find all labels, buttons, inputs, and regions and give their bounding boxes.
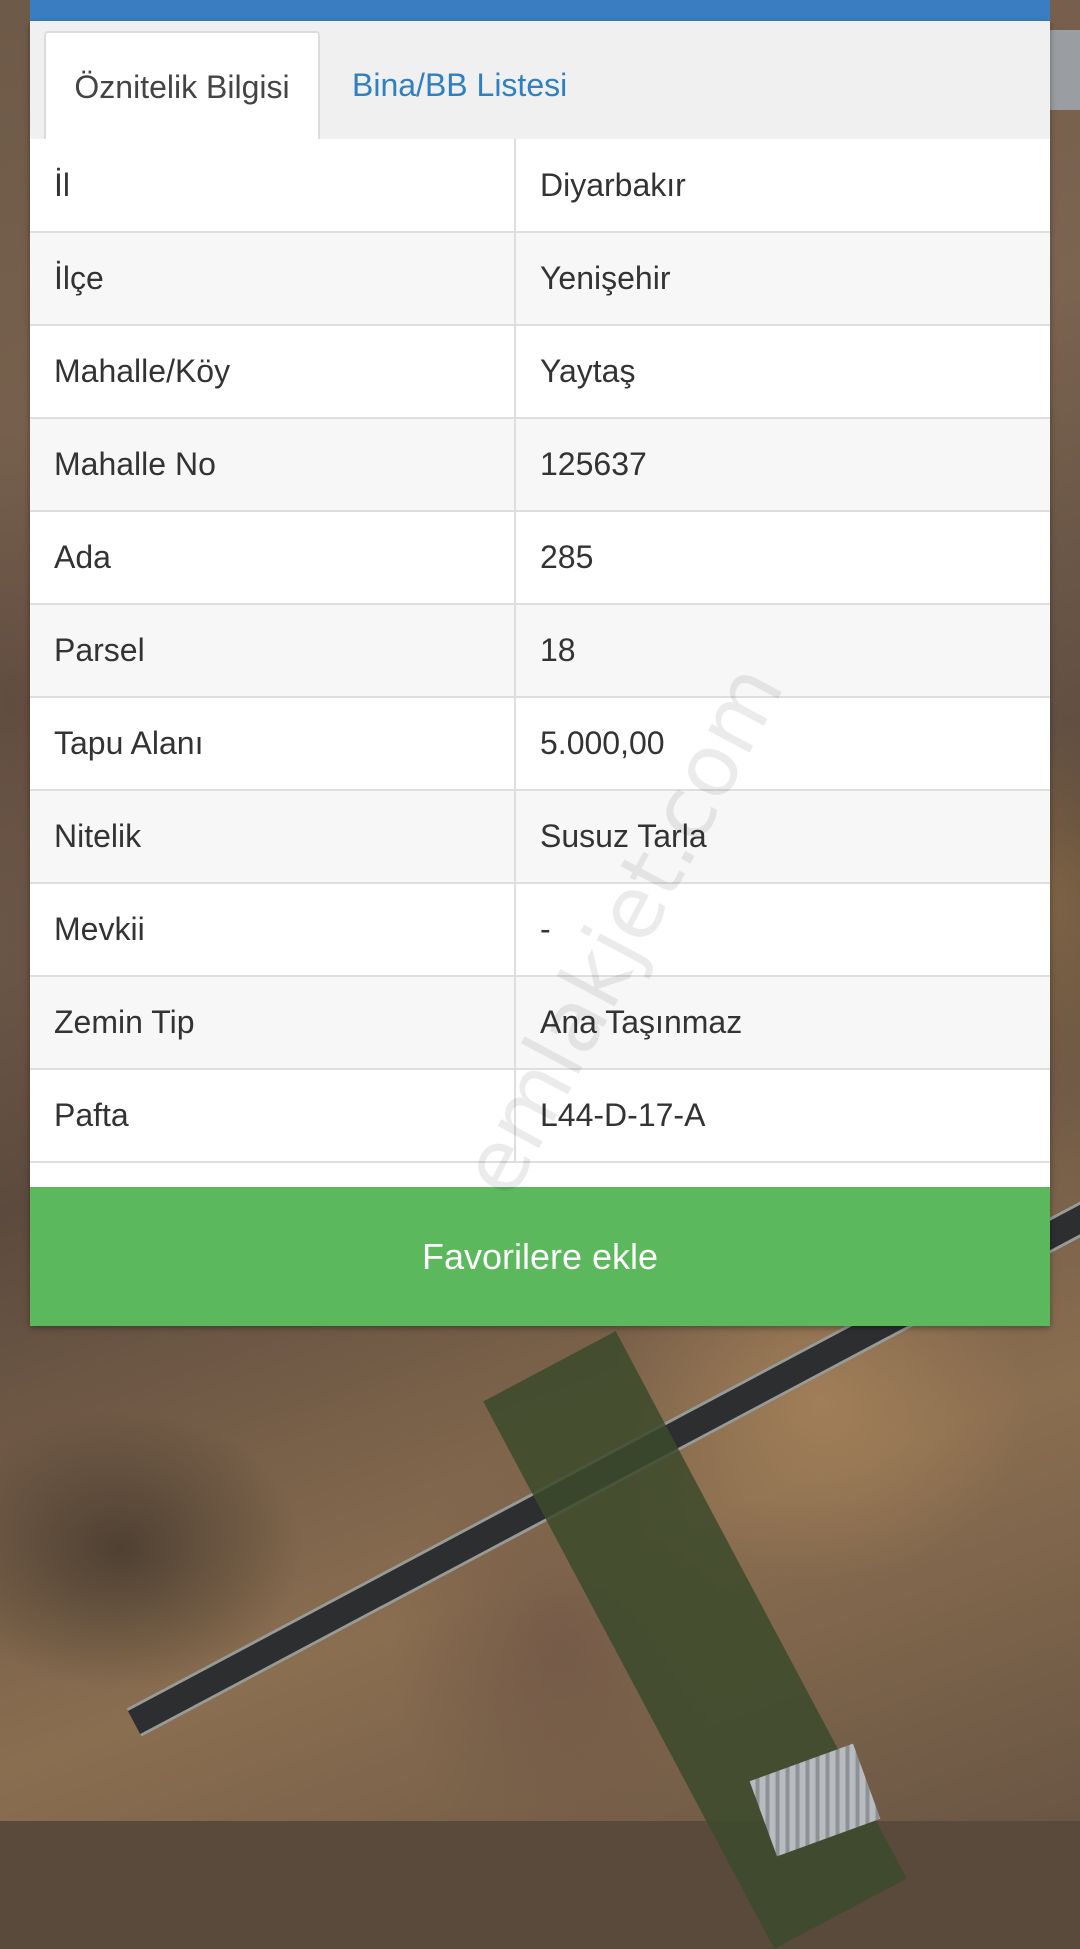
attribute-key: Parsel [30, 604, 516, 698]
table-row: İlçe Yenişehir [30, 232, 1050, 326]
attribute-key: Tapu Alanı [30, 697, 516, 791]
tab-building-list[interactable]: Bina/BB Listesi [352, 31, 612, 139]
parcel-info-panel: Öznitelik Bilgisi Bina/BB Listesi İl Diy… [30, 21, 1050, 1326]
attribute-key: İl [30, 139, 516, 233]
table-row: Ada 285 [30, 511, 1050, 605]
attribute-key: Mahalle/Köy [30, 325, 516, 419]
attribute-value: Diyarbakır [515, 139, 1050, 233]
tab-attribute-info[interactable]: Öznitelik Bilgisi [44, 31, 320, 141]
attribute-value: Ana Taşınmaz [515, 976, 1050, 1070]
attribute-key: Zemin Tip [30, 976, 516, 1070]
add-to-favorites-button[interactable]: Favorilere ekle [30, 1187, 1050, 1326]
table-row: Parsel 18 [30, 604, 1050, 698]
attribute-key: İlçe [30, 232, 516, 326]
attribute-value: 125637 [515, 418, 1050, 512]
panel-header-bar [30, 0, 1050, 21]
map-edge-element [1050, 30, 1080, 110]
table-row: Nitelik Susuz Tarla [30, 790, 1050, 884]
attribute-value: 5.000,00 [515, 697, 1050, 791]
attribute-value: Susuz Tarla [515, 790, 1050, 884]
attribute-key: Mahalle No [30, 418, 516, 512]
attribute-table: İl Diyarbakır İlçe Yenişehir Mahalle/Köy… [30, 139, 1050, 1163]
table-row: İl Diyarbakır [30, 139, 1050, 233]
tab-bar: Öznitelik Bilgisi Bina/BB Listesi [30, 21, 1050, 141]
attribute-value: Yaytaş [515, 325, 1050, 419]
table-row: Mevkii - [30, 883, 1050, 977]
attribute-value: Yenişehir [515, 232, 1050, 326]
attribute-key: Pafta [30, 1069, 516, 1163]
table-row: Tapu Alanı 5.000,00 [30, 697, 1050, 791]
table-row: Pafta L44-D-17-A [30, 1069, 1050, 1163]
attribute-value: 18 [515, 604, 1050, 698]
attribute-value: 285 [515, 511, 1050, 605]
table-row: Mahalle/Köy Yaytaş [30, 325, 1050, 419]
table-row: Mahalle No 125637 [30, 418, 1050, 512]
attribute-key: Ada [30, 511, 516, 605]
attribute-key: Mevkii [30, 883, 516, 977]
attribute-key: Nitelik [30, 790, 516, 884]
table-row: Zemin Tip Ana Taşınmaz [30, 976, 1050, 1070]
attribute-value: - [515, 883, 1050, 977]
attribute-value: L44-D-17-A [515, 1069, 1050, 1163]
